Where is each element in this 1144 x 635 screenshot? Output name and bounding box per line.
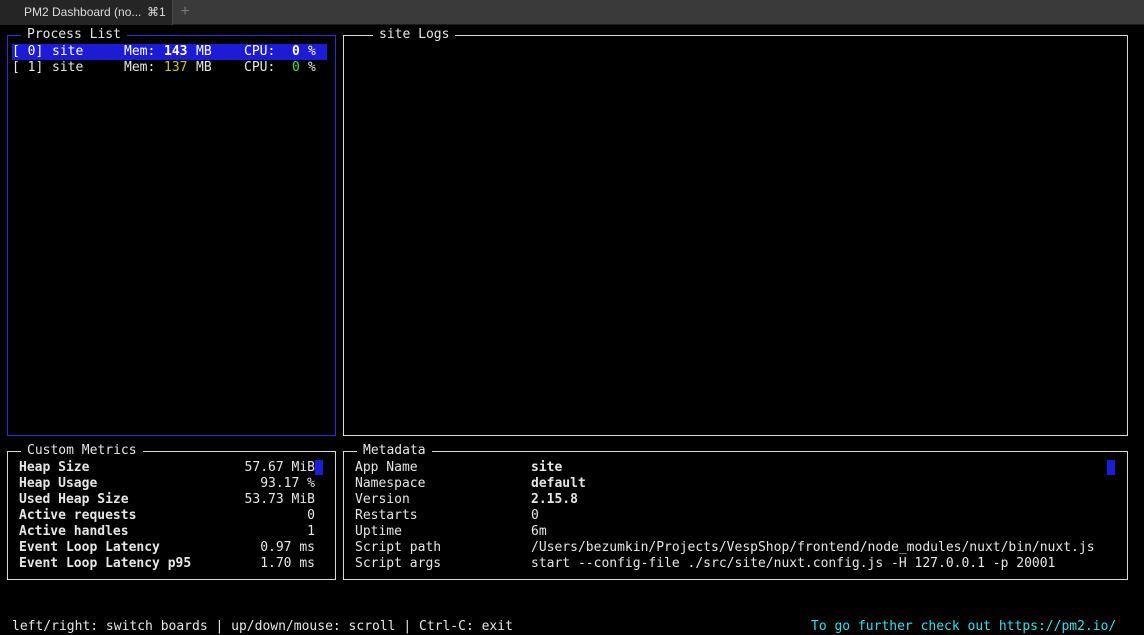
cpu-unit: % <box>308 60 316 75</box>
scroll-cursor <box>1107 460 1115 475</box>
custom-metrics-title: Custom Metrics <box>21 443 143 459</box>
metric-value: 1 <box>307 524 315 539</box>
process-row-0[interactable]: [ 0] site Mem: 143 MB CPU: 0 % <box>12 44 327 60</box>
metadata-value: 0 <box>531 508 539 523</box>
metric-row: Heap Size 57.67 MiB <box>19 460 315 476</box>
metric-row: Event Loop Latency 0.97 ms <box>19 540 315 556</box>
cpu-label: CPU: <box>244 60 276 75</box>
metadata-value: /Users/bezumkin/Projects/VespShop/fronte… <box>531 540 1095 555</box>
metadata-row: App Name site <box>355 460 1115 476</box>
metadata-key: Version <box>355 492 410 507</box>
process-list-panel[interactable]: Process List [ 0] site Mem: 143 MB CPU: … <box>7 27 336 436</box>
cpu-unit: % <box>308 44 316 59</box>
process-id: [ 1] <box>12 60 44 75</box>
metric-label: Event Loop Latency <box>19 540 160 555</box>
tab-shortcut: ⌘1 <box>147 5 166 19</box>
metadata-row: Script path/Users/bezumkin/Projects/Vesp… <box>355 540 1115 556</box>
metadata-key: Restarts <box>355 508 418 523</box>
metric-row: Event Loop Latency p95 1.70 ms <box>19 556 315 572</box>
tab-title: PM2 Dashboard (no... <box>24 5 142 19</box>
metadata-row: Version 2.15.8 <box>355 492 1115 508</box>
help-text: left/right: switch boards | up/down/mous… <box>12 619 513 634</box>
metric-label: Heap Usage <box>19 476 98 491</box>
metadata-key: Uptime <box>355 524 402 539</box>
metadata-key: App Name <box>355 460 418 475</box>
metadata-key: Script args <box>355 556 442 571</box>
metadata-row: Restarts 0 <box>355 508 1115 524</box>
metric-label: Used Heap Size <box>19 492 129 507</box>
custom-metrics-panel[interactable]: Custom Metrics Heap Size 57.67 MiB Heap Us… <box>7 443 336 580</box>
mem-value: 143 <box>164 44 188 59</box>
process-id: [ 0] <box>12 44 44 59</box>
metric-row: Active handles 1 <box>19 524 315 540</box>
metric-value: 0.97 ms <box>260 540 315 555</box>
metric-row: Active requests 0 <box>19 508 315 524</box>
metric-value: 93.17 % <box>260 476 315 491</box>
metric-row: Used Heap Size 53.73 MiB <box>19 492 315 508</box>
mem-unit: MB <box>196 60 212 75</box>
process-name: site <box>52 44 84 59</box>
metadata-value: 2.15.8 <box>531 492 578 507</box>
metric-label: Heap Size <box>19 460 90 475</box>
logs-title: site Logs <box>373 27 456 43</box>
metadata-title: Metadata <box>357 443 432 459</box>
metric-value: 57.67 MiB <box>244 460 315 475</box>
metadata-value: site <box>531 460 563 475</box>
metadata-row: Script args start --config-file ./src/sit… <box>355 556 1115 572</box>
metric-label: Event Loop Latency p95 <box>19 556 192 571</box>
metric-row: Heap Usage 93.17 % <box>19 476 315 492</box>
process-list-title: Process List <box>21 27 127 43</box>
metadata-key: Script path <box>355 540 442 555</box>
metadata-value: 6m <box>531 524 547 539</box>
metadata-value: default <box>531 476 586 491</box>
new-tab-button[interactable]: + <box>176 0 194 25</box>
logs-panel[interactable]: site Logs <box>343 27 1128 436</box>
metadata-row: Uptime 6m <box>355 524 1115 540</box>
metadata-key: Namespace <box>355 476 426 491</box>
tab-pm2-dashboard[interactable]: PM2 Dashboard (no... ⌘1 <box>0 0 173 25</box>
cpu-value: 0 <box>292 44 300 59</box>
metadata-row: Namespace default <box>355 476 1115 492</box>
mem-unit: MB <box>196 44 212 59</box>
metric-value: 1.70 ms <box>260 556 315 571</box>
mem-label: Mem: <box>124 60 156 75</box>
cpu-label: CPU: <box>244 44 276 59</box>
metadata-value: start --config-file ./src/site/nuxt.conf… <box>531 556 1056 571</box>
process-row-1[interactable]: [ 1] site Mem: 137 MB CPU: 0 % <box>12 60 327 76</box>
cpu-value: 0 <box>292 60 300 75</box>
pm2-link[interactable]: To go further check out https://pm2.io/ <box>811 619 1116 635</box>
metric-label: Active handles <box>19 524 129 539</box>
mem-value: 137 <box>164 60 188 75</box>
metadata-panel[interactable]: Metadata App Name site Namespace default Ver… <box>343 443 1128 580</box>
process-name: site <box>52 60 84 75</box>
mem-label: Mem: <box>124 44 156 59</box>
terminal-tab-bar: PM2 Dashboard (no... ⌘1 + <box>0 0 1144 25</box>
scroll-cursor <box>315 460 323 475</box>
metric-label: Active requests <box>19 508 137 523</box>
metric-value: 0 <box>307 508 315 523</box>
metric-value: 53.73 MiB <box>244 492 315 507</box>
